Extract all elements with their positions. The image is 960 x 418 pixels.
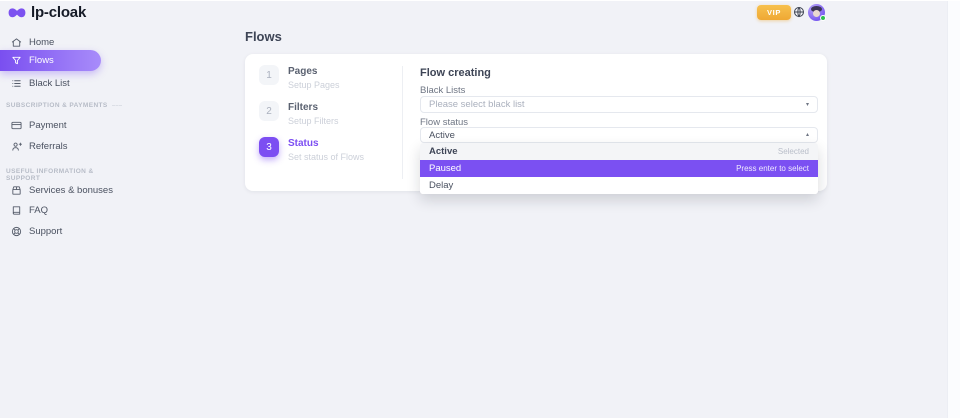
sidebar-item-payment[interactable]: Payment — [0, 117, 120, 133]
sidebar-item-label: FAQ — [29, 205, 48, 216]
life-ring-icon — [11, 226, 22, 237]
option-paused[interactable]: Paused Press enter to select — [420, 160, 818, 177]
section-title: USEFUL INFORMATION & SUPPORT — [6, 168, 118, 182]
online-status-dot — [820, 15, 826, 21]
flow-status-dropdown: Active Selected Paused Press enter to se… — [420, 143, 818, 194]
sidebar-item-flows[interactable]: Flows — [0, 50, 101, 71]
sidebar-item-label: Black List — [29, 78, 70, 89]
option-hint: Press enter to select — [736, 164, 809, 173]
sidebar-item-label: Home — [29, 37, 54, 48]
option-delay[interactable]: Delay — [420, 177, 818, 194]
sidebar-item-label: Services & bonuses — [29, 185, 113, 196]
wizard-step-filters[interactable]: 2 Filters Setup Filters — [259, 101, 339, 126]
credit-card-icon — [11, 120, 22, 131]
sidebar-item-label: Referrals — [29, 141, 68, 152]
sidebar-item-label: Support — [29, 226, 62, 237]
step-title: Status — [288, 137, 364, 150]
sidebar-item-faq[interactable]: FAQ — [0, 202, 120, 218]
avatar-face — [813, 10, 820, 17]
list-icon — [11, 78, 22, 89]
flow-creating-card: 1 Pages Setup Pages 2 Filters Setup Filt… — [245, 54, 827, 191]
mask-logo-icon — [8, 6, 26, 20]
sidebar-item-support[interactable]: Support — [0, 223, 120, 239]
sidebar-item-black-list[interactable]: Black List — [0, 75, 120, 91]
storefront-icon — [11, 185, 22, 196]
wizard-step-status[interactable]: 3 Status Set status of Flows — [259, 137, 364, 162]
step-title: Filters — [288, 101, 339, 114]
option-active[interactable]: Active Selected — [420, 143, 818, 160]
step-title: Pages — [288, 65, 340, 78]
referrals-person-icon — [11, 141, 22, 152]
flow-status-select[interactable]: Active ▴ — [420, 127, 818, 143]
step-subtitle: Set status of Flows — [288, 152, 364, 162]
step-number: 1 — [259, 65, 279, 85]
home-icon — [11, 37, 22, 48]
sidebar-item-referrals[interactable]: Referrals — [0, 138, 120, 154]
caret-up-icon: ▴ — [806, 132, 809, 138]
wizard-step-pages[interactable]: 1 Pages Setup Pages — [259, 65, 340, 90]
black-lists-label: Black Lists — [420, 85, 465, 96]
logo-text: lp-cloak — [31, 4, 86, 21]
flow-status-value: Active — [429, 130, 455, 141]
flows-icon — [11, 55, 22, 66]
black-lists-placeholder: Please select black list — [429, 99, 525, 110]
scrollbar-track[interactable] — [947, 1, 960, 418]
step-subtitle: Setup Filters — [288, 116, 339, 126]
language-globe-icon[interactable] — [793, 6, 805, 18]
faq-book-icon — [11, 205, 22, 216]
sidebar-section-support: USEFUL INFORMATION & SUPPORT — [0, 168, 122, 182]
sidebar-item-label: Payment — [29, 120, 67, 131]
step-number: 3 — [259, 137, 279, 157]
page-title: Flows — [245, 29, 282, 44]
sidebar-item-home[interactable]: Home — [0, 34, 120, 50]
option-label: Paused — [429, 163, 461, 174]
card-vertical-divider — [402, 66, 403, 179]
vip-button[interactable]: VIP — [757, 5, 791, 20]
step-subtitle: Setup Pages — [288, 80, 340, 90]
form-title: Flow creating — [420, 67, 491, 79]
caret-down-icon: ▾ — [806, 102, 809, 108]
option-label: Active — [429, 146, 458, 157]
step-number: 2 — [259, 101, 279, 121]
sidebar-item-services[interactable]: Services & bonuses — [0, 182, 120, 198]
section-divider-dashes — [112, 105, 122, 106]
option-label: Delay — [429, 180, 453, 191]
sidebar-section-subscription: SUBSCRIPTION & PAYMENTS — [0, 102, 122, 109]
option-hint: Selected — [778, 147, 809, 156]
app-logo[interactable]: lp-cloak — [8, 4, 86, 21]
sidebar-item-label: Flows — [29, 55, 54, 66]
section-title: SUBSCRIPTION & PAYMENTS — [6, 102, 108, 109]
black-lists-select[interactable]: Please select black list ▾ — [420, 96, 818, 113]
